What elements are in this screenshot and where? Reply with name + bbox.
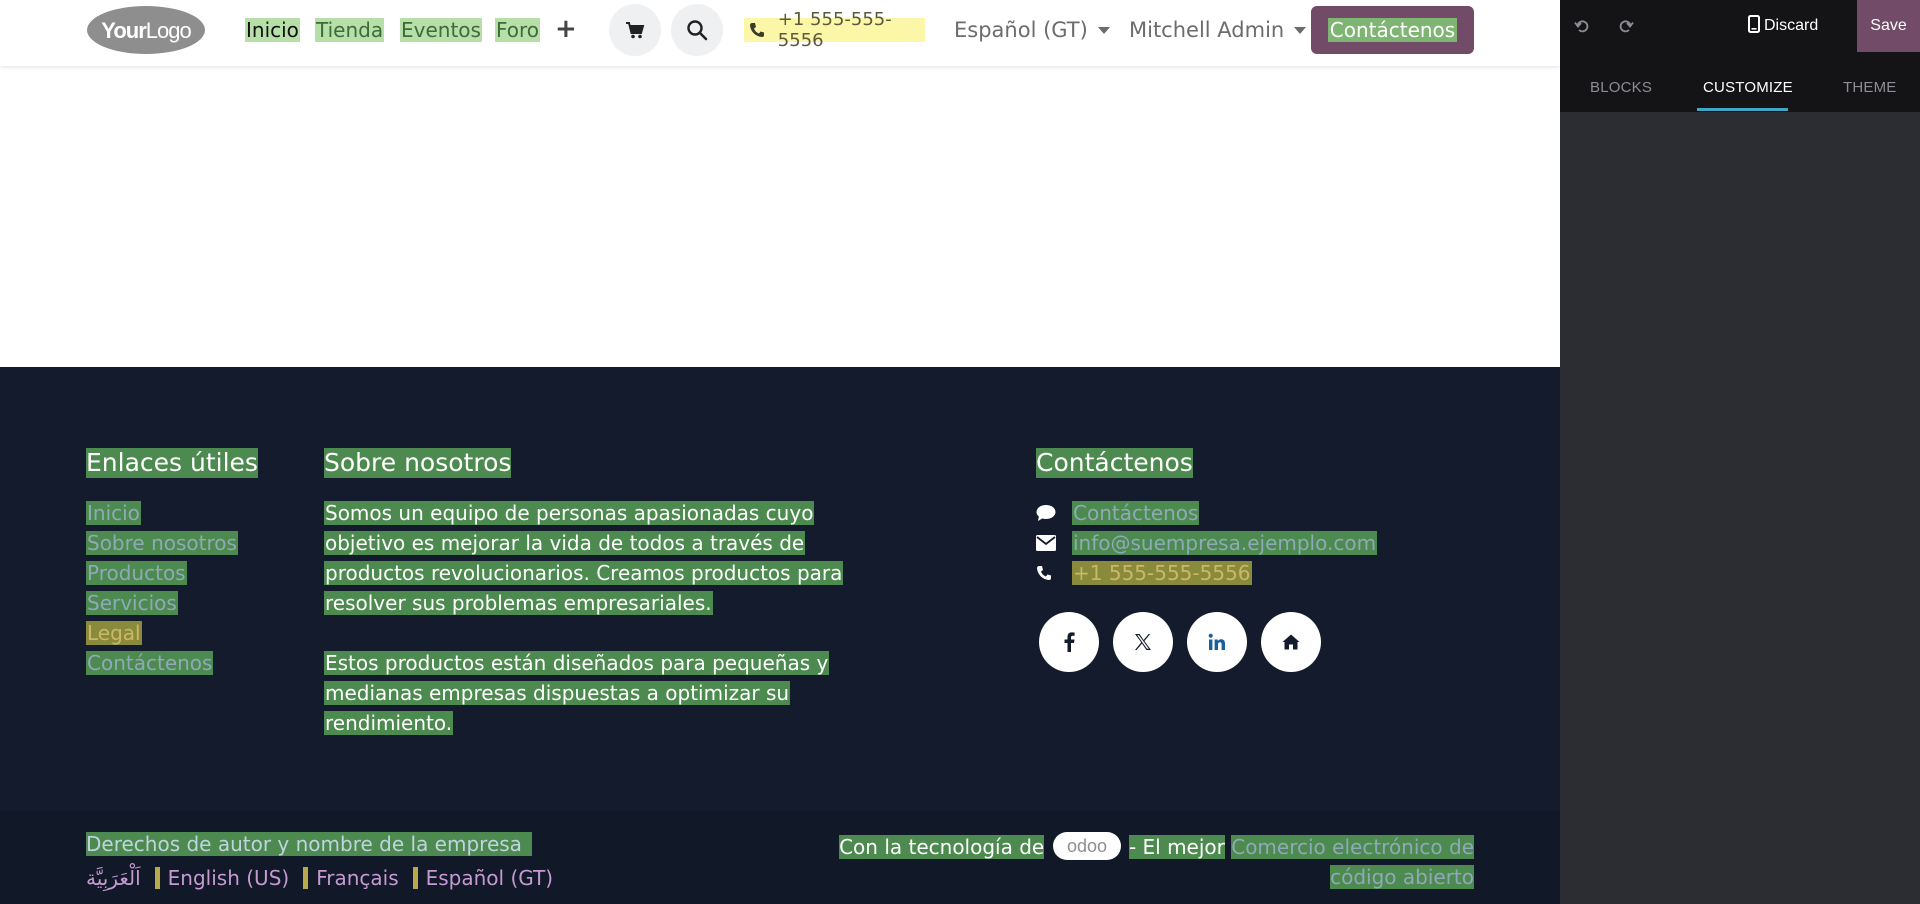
contact-us-button[interactable]: Contáctenos xyxy=(1311,6,1474,54)
contact-email[interactable]: info@suempresa.ejemplo.com xyxy=(1072,531,1378,555)
nav-eventos[interactable]: Eventos xyxy=(400,18,482,42)
contact-title: Contáctenos xyxy=(1036,448,1193,478)
powered-prefix: Con la tecnología de xyxy=(839,835,1045,859)
save-button[interactable]: Save xyxy=(1857,0,1920,52)
envelope-icon xyxy=(1036,535,1072,551)
lang-french[interactable]: Français xyxy=(316,865,398,891)
active-tab-indicator xyxy=(1697,108,1788,111)
nav-tienda[interactable]: Tienda xyxy=(315,18,385,42)
language-label: Español (GT) xyxy=(954,18,1088,42)
redo-button[interactable] xyxy=(1612,12,1640,40)
powered-by: Con la tecnología de odoo - El mejor Com… xyxy=(802,831,1474,892)
undo-icon xyxy=(1574,20,1589,33)
about-paragraph-1: Somos un equipo de personas apasionadas … xyxy=(324,501,844,615)
contact-us-button-label: Contáctenos xyxy=(1327,18,1458,42)
editor-panel xyxy=(1560,0,1920,904)
comment-icon xyxy=(1036,504,1072,522)
cart-button[interactable] xyxy=(609,4,661,56)
header-phone-text: +1 555-555-5556 xyxy=(777,9,892,51)
copyright-text: Derechos de autor y nombre de la empresa xyxy=(86,832,532,856)
svg-text:YourLogo: YourLogo xyxy=(101,18,191,43)
footer-link-sobre-nosotros[interactable]: Sobre nosotros xyxy=(86,531,238,555)
logo-text-your: Your xyxy=(101,18,147,43)
powered-middle: - El mejor xyxy=(1128,835,1225,859)
website-preview: YourLogo Inicio Tienda Eventos Foro + +1… xyxy=(0,0,1560,904)
tab-customize[interactable]: CUSTOMIZE xyxy=(1703,79,1793,96)
site-header: YourLogo Inicio Tienda Eventos Foro + +1… xyxy=(0,0,1560,66)
home-button[interactable] xyxy=(1261,612,1321,672)
footer-link-inicio[interactable]: Inicio xyxy=(86,501,141,525)
x-twitter-button[interactable] xyxy=(1113,612,1173,672)
lang-separator xyxy=(154,867,160,889)
tab-theme[interactable]: THEME xyxy=(1843,79,1897,96)
header-phone[interactable]: +1 555-555-5556 xyxy=(744,9,925,51)
user-name: Mitchell Admin xyxy=(1129,18,1285,42)
site-logo[interactable]: YourLogo xyxy=(86,5,206,55)
odoo-logo-text: odoo xyxy=(1067,836,1107,856)
social-links xyxy=(1039,612,1321,672)
useful-links-title: Enlaces útiles xyxy=(86,448,258,478)
search-icon xyxy=(687,20,708,41)
facebook-icon xyxy=(1064,632,1075,652)
nav-foro[interactable]: Foro xyxy=(495,18,541,42)
footer-link-servicios[interactable]: Servicios xyxy=(86,591,178,615)
chevron-down-icon xyxy=(1294,26,1307,34)
phone-icon xyxy=(1036,565,1072,581)
lang-separator xyxy=(303,867,309,889)
language-selector: اَلْعَرَبِيَّة English (US) Français Esp… xyxy=(86,865,553,891)
user-dropdown[interactable]: Mitchell Admin xyxy=(1129,16,1307,44)
mobile-icon xyxy=(1748,15,1760,33)
search-button[interactable] xyxy=(671,4,723,56)
lang-spanish[interactable]: Español (GT) xyxy=(426,865,553,891)
contact-list: Contáctenos info@suempresa.ejemplo.com +… xyxy=(1036,498,1378,588)
redo-icon xyxy=(1619,20,1634,33)
undo-button[interactable] xyxy=(1568,12,1596,40)
linkedin-button[interactable] xyxy=(1187,612,1247,672)
x-icon xyxy=(1135,634,1151,650)
about-paragraph-2: Estos productos están diseñados para peq… xyxy=(324,651,830,735)
footer-link-contactenos[interactable]: Contáctenos xyxy=(86,651,214,675)
useful-links-list: Inicio Sobre nosotros Productos Servicio… xyxy=(86,498,238,678)
about-title: Sobre nosotros xyxy=(324,448,512,478)
facebook-button[interactable] xyxy=(1039,612,1099,672)
lang-english[interactable]: English (US) xyxy=(168,865,290,891)
lang-separator xyxy=(412,867,418,889)
home-icon xyxy=(1282,634,1300,650)
phone-icon xyxy=(744,22,770,38)
footer-link-legal[interactable]: Legal xyxy=(86,621,142,645)
cart-icon xyxy=(626,22,645,39)
odoo-logo[interactable]: odoo xyxy=(1052,831,1121,860)
linkedin-icon xyxy=(1208,633,1225,650)
add-menu-item-icon[interactable]: + xyxy=(555,15,577,43)
about-text: Somos un equipo de personas apasionadas … xyxy=(324,498,884,738)
footer-link-productos[interactable]: Productos xyxy=(86,561,187,585)
lang-arabic[interactable]: اَلْعَرَبِيَّة xyxy=(86,865,141,891)
language-dropdown[interactable]: Español (GT) xyxy=(954,16,1110,44)
nav-inicio[interactable]: Inicio xyxy=(245,18,300,42)
logo-text-logo: Logo xyxy=(146,18,192,43)
contact-link[interactable]: Contáctenos xyxy=(1072,501,1200,525)
ecommerce-link[interactable]: Comercio electrónico de código abierto xyxy=(1231,835,1474,889)
tab-blocks[interactable]: BLOCKS xyxy=(1590,79,1652,96)
chevron-down-icon xyxy=(1097,26,1110,34)
contact-phone[interactable]: +1 555-555-5556 xyxy=(1072,561,1252,585)
save-button-label: Save xyxy=(1870,17,1907,34)
discard-button[interactable]: Discard xyxy=(1764,14,1818,38)
